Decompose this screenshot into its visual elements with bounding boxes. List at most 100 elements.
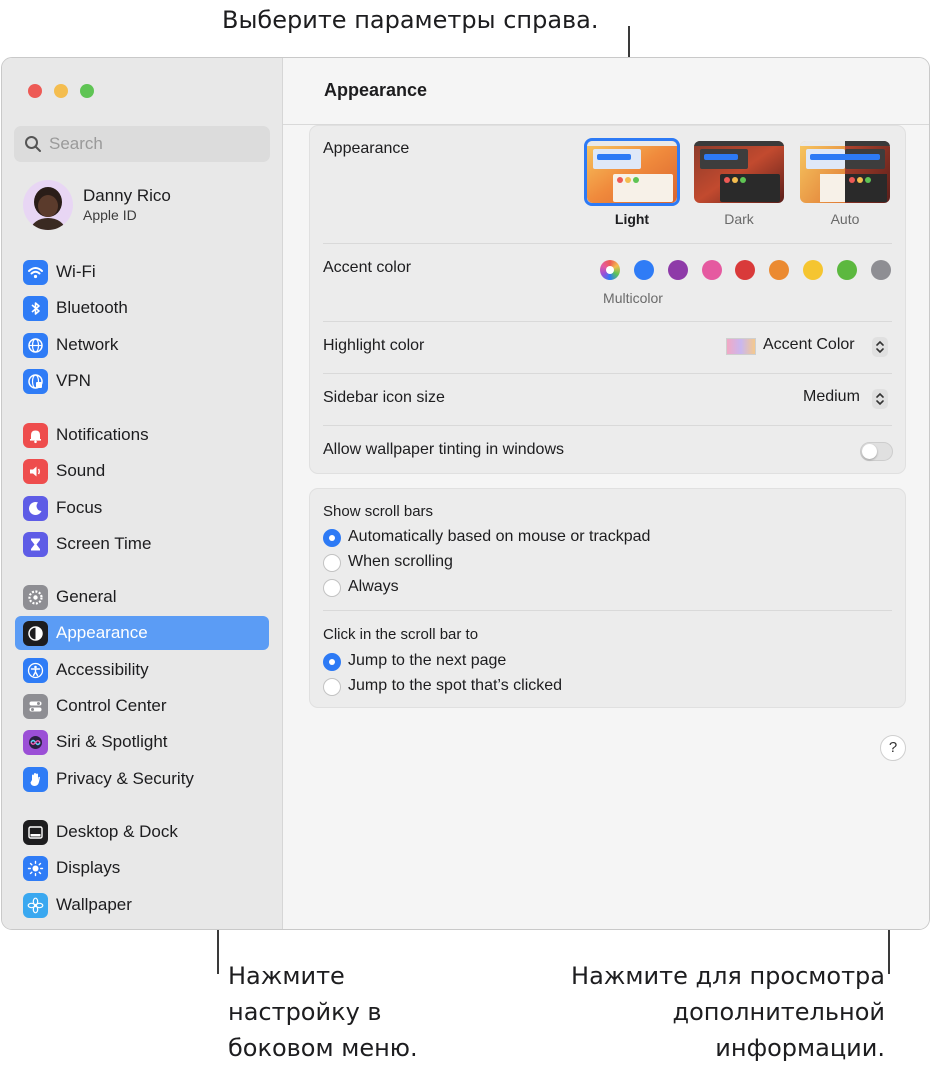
sidebar-icon-size-popup[interactable]: Medium: [800, 387, 891, 411]
sidebar-item-bluetooth[interactable]: Bluetooth: [15, 291, 269, 325]
accent-color-swatch[interactable]: [803, 260, 823, 280]
scroll-when-scrolling-radio[interactable]: [323, 554, 341, 572]
jump-next-page-label[interactable]: Jump to the next page: [348, 652, 506, 670]
sidebar-item-sound[interactable]: Sound: [15, 454, 269, 488]
help-button[interactable]: ?: [880, 735, 906, 761]
appearance-dark-thumbnail[interactable]: [694, 141, 784, 203]
sidebar-item-wallpaper[interactable]: Wallpaper: [15, 888, 269, 922]
sidebar-item-label: Wi-Fi: [56, 262, 96, 281]
sidebar-item-network[interactable]: Network: [15, 328, 269, 362]
chevron-up-down-icon: [872, 337, 888, 357]
accent-color-label: Accent color: [323, 259, 412, 276]
sun-icon: [23, 856, 48, 882]
accent-color-swatch[interactable]: [667, 260, 688, 280]
show-scroll-bars-label: Show scroll bars: [323, 503, 434, 520]
sidebar-item-label: Desktop & Dock: [56, 822, 178, 841]
appearance-light-thumbnail[interactable]: [587, 141, 677, 203]
sidebar-item-privacy-security[interactable]: Privacy & Security: [15, 762, 269, 796]
settings-window: Search Danny Rico Apple ID Wi-Fi Bluetoot…: [1, 57, 930, 930]
sidebar-item-focus[interactable]: Focus: [15, 491, 269, 525]
sidebar-item-label: Displays: [56, 858, 121, 878]
scroll-always-radio[interactable]: [323, 579, 341, 597]
scroll-bars-card: Show scroll bars Automatically based on …: [309, 488, 906, 708]
row-divider: [323, 610, 892, 611]
jump-spot-clicked-label[interactable]: Jump to the spot that’s clicked: [348, 677, 562, 695]
dock-icon: [23, 820, 48, 845]
accent-color-swatch[interactable]: [634, 260, 654, 280]
profile-name[interactable]: Danny Rico: [83, 186, 171, 206]
scroll-when-scrolling-label[interactable]: When scrolling: [348, 553, 453, 571]
sidebar-item-screen-time[interactable]: Screen Time: [15, 527, 269, 561]
search-placeholder: Search: [49, 134, 103, 153]
sidebar-item-label: Screen Time: [56, 533, 152, 553]
sidebar-item-label: General: [56, 587, 117, 606]
highlight-color-value: Accent Color: [763, 336, 855, 353]
close-window-button[interactable]: [28, 84, 42, 98]
appearance-card: Appearance Light Dark Auto Accent color …: [309, 125, 906, 474]
sidebar-item-appearance[interactable]: Appearance: [15, 616, 269, 651]
scroll-always-label[interactable]: Always: [348, 578, 399, 596]
search-field[interactable]: Search: [14, 126, 270, 162]
sidebar-item-label: Bluetooth: [56, 298, 128, 318]
sidebar-item-label: Siri & Spotlight: [56, 732, 168, 752]
sidebar-item-label: Notifications: [56, 425, 149, 444]
appearance-dark-label[interactable]: Dark: [694, 211, 784, 227]
sidebar-item-accessibility[interactable]: Accessibility: [15, 653, 269, 687]
accent-color-swatch[interactable]: [836, 260, 857, 280]
callout-left: Нажмите настройку в боковом меню.: [228, 962, 418, 1062]
flower-icon: [23, 892, 48, 918]
click-scroll-bar-label: Click in the scroll bar to: [323, 626, 479, 643]
sidebar-item-label: Sound: [56, 461, 106, 481]
search-icon: [25, 136, 41, 152]
sidebar-item-label: Network: [56, 334, 119, 354]
accent-color-swatch[interactable]: [735, 260, 756, 280]
callout-right: Нажмите для просмотра дополнительной инф…: [571, 962, 885, 1062]
sidebar-item-desktop-dock[interactable]: Desktop & Dock: [15, 815, 269, 849]
siri-icon: [23, 730, 48, 756]
accessibility-icon: [23, 657, 48, 683]
sidebar-item-siri-spotlight[interactable]: Siri & Spotlight: [15, 725, 269, 759]
accent-color-swatch[interactable]: [701, 260, 722, 280]
accent-color-swatch[interactable]: [769, 260, 790, 280]
sidebar-item-label: Accessibility: [56, 659, 149, 679]
scroll-auto-label[interactable]: Automatically based on mouse or trackpad: [348, 528, 650, 546]
scroll-auto-radio[interactable]: [323, 529, 341, 547]
appearance-icon: [23, 621, 48, 647]
sidebar-item-displays[interactable]: Displays: [15, 851, 269, 885]
highlight-color-popup[interactable]: Accent Color: [726, 335, 891, 359]
sidebar-item-wi-fi[interactable]: Wi-Fi: [15, 255, 269, 289]
appearance-light-label[interactable]: Light: [587, 211, 677, 227]
sidebar-item-vpn[interactable]: VPN: [15, 364, 269, 398]
vpn-globe-icon: [23, 368, 48, 394]
callout-top: Выберите параметры справа.: [222, 6, 599, 34]
jump-spot-clicked-radio[interactable]: [323, 678, 341, 696]
wallpaper-tinting-toggle[interactable]: [860, 442, 893, 461]
sidebar-item-control-center[interactable]: Control Center: [15, 689, 269, 723]
toggle-knob: [862, 444, 877, 459]
accent-color-swatch[interactable]: [870, 260, 891, 280]
avatar[interactable]: [23, 180, 73, 230]
sidebar-item-general[interactable]: General: [15, 580, 269, 614]
moon-icon: [23, 495, 48, 521]
sidebar-item-label: Privacy & Security: [56, 768, 194, 788]
row-divider: [323, 373, 892, 374]
accent-multicolor-swatch[interactable]: [600, 260, 620, 280]
wallpaper-tinting-label: Allow wallpaper tinting in windows: [323, 441, 565, 458]
jump-next-page-radio[interactable]: [323, 653, 341, 671]
zoom-window-button[interactable]: [80, 84, 94, 98]
appearance-auto-label[interactable]: Auto: [800, 211, 890, 227]
row-divider: [323, 243, 892, 244]
sidebar: Search Danny Rico Apple ID Wi-Fi Bluetoot…: [2, 58, 283, 929]
minimize-window-button[interactable]: [54, 84, 68, 98]
globe-icon: [23, 332, 48, 358]
row-divider: [323, 425, 892, 426]
wifi-icon: [23, 260, 48, 285]
sidebar-item-label: Control Center: [56, 695, 167, 715]
main-pane: Appearance Appearance Light Dark Auto Ac…: [283, 58, 929, 929]
sidebar-icon-size-value: Medium: [803, 388, 860, 405]
gear-icon: [23, 585, 48, 610]
appearance-auto-thumbnail[interactable]: [800, 141, 890, 203]
sidebar-item-label: Appearance: [56, 623, 148, 643]
sidebar-item-notifications[interactable]: Notifications: [15, 418, 269, 452]
bell-icon: [23, 423, 48, 448]
